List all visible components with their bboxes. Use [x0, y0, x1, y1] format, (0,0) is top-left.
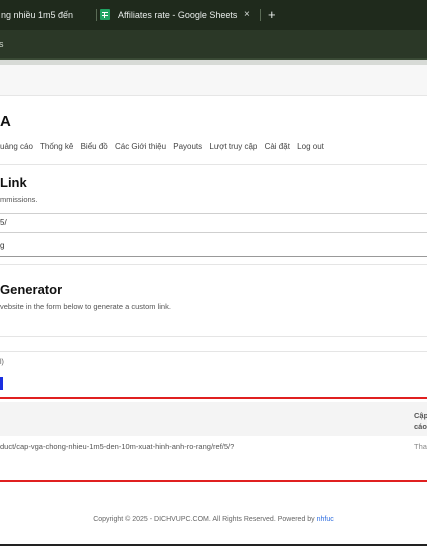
tab-separator	[96, 9, 97, 21]
tab-product[interactable]: ng nhiều 1m5 đến	[0, 0, 92, 30]
footer: Copyright © 2025 - DICHVUPC.COM. All Rig…	[0, 516, 427, 523]
google-sheets-icon	[100, 9, 110, 20]
generator-field-label: l)	[0, 359, 4, 366]
nav-item-payouts[interactable]: Payouts	[173, 142, 202, 151]
affiliate-code-field[interactable]: g	[0, 236, 427, 257]
address-bar[interactable]: s	[0, 30, 427, 60]
link-section-title: Link	[0, 175, 27, 190]
main-nav: uảng cáo Thống kê Biểu đồ Các Giới thiệu…	[0, 142, 329, 151]
divider	[0, 264, 427, 265]
affiliate-url-field[interactable]: 5/	[0, 213, 427, 233]
link-section-subtitle: mmissions.	[0, 195, 38, 204]
nav-item-ads[interactable]: uảng cáo	[0, 142, 33, 151]
nav-item-logout[interactable]: Log out	[297, 142, 324, 151]
footer-powered-by-link[interactable]: nhfuc	[317, 516, 334, 523]
nav-item-charts[interactable]: Biểu đồ	[81, 142, 108, 151]
generate-button[interactable]	[0, 377, 3, 390]
site-title: A	[0, 113, 11, 130]
nav-item-referrals[interactable]: Các Giới thiệu	[115, 142, 166, 151]
generator-section-title: Generator	[0, 282, 63, 297]
nav-item-settings[interactable]: Cài đặt	[265, 142, 290, 151]
divider	[0, 336, 427, 337]
nav-item-stats[interactable]: Thống kê	[40, 142, 73, 151]
close-tab-icon[interactable]: ×	[244, 0, 250, 30]
address-text: s	[0, 39, 4, 49]
affiliate-url-value: 5/	[0, 218, 7, 227]
footer-text: Copyright © 2025 - DICHVUPC.COM. All Rig…	[93, 516, 315, 523]
top-header-band	[0, 65, 427, 96]
divider	[0, 164, 427, 165]
tab-separator	[260, 9, 261, 21]
divider	[0, 351, 427, 352]
generator-section-subtitle: vebsite in the form below to generate a …	[0, 302, 171, 311]
browser-tab-bar: ng nhiều 1m5 đến × Affiliates rate - Goo…	[0, 0, 427, 30]
highlight-box	[0, 397, 427, 482]
nav-item-visits[interactable]: Lượt truy cập	[209, 142, 257, 151]
tab-label: ng nhiều 1m5 đến	[1, 10, 74, 20]
affiliate-code-value: g	[0, 241, 5, 250]
new-tab-button[interactable]: +	[268, 0, 276, 30]
tab-affiliates-rate[interactable]: Affiliates rate - Google Sheets	[118, 0, 237, 30]
